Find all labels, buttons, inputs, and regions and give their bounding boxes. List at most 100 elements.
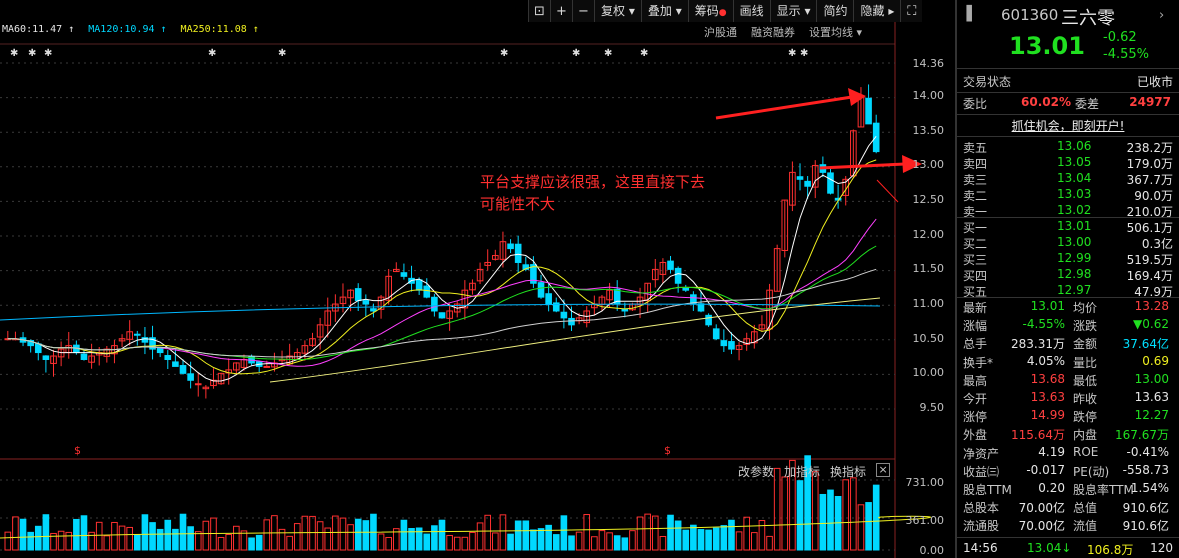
- volume-bar: [133, 534, 141, 551]
- candle-body: [354, 288, 362, 302]
- dividend-marker[interactable]: $: [664, 444, 671, 457]
- volume-bar: [629, 530, 636, 551]
- volume-bar: [758, 520, 766, 551]
- change-param-button[interactable]: 改参数: [738, 463, 774, 480]
- ratio-row: 委比 60.02% 委差 24977: [963, 95, 1173, 113]
- volume-bar: [743, 516, 751, 551]
- event-marker-icon[interactable]: ✱: [500, 48, 508, 59]
- event-marker-icon[interactable]: ✱: [572, 48, 580, 59]
- next-stock-icon[interactable]: ›: [1159, 8, 1164, 23]
- rzrq-link[interactable]: 融资融券: [751, 24, 795, 40]
- overlay-button[interactable]: 叠加 ▾: [640, 0, 688, 22]
- event-marker-icon[interactable]: ✱: [788, 48, 796, 59]
- minus-icon[interactable]: −: [572, 0, 594, 22]
- display-button[interactable]: 显示 ▾: [769, 0, 817, 22]
- ma120-value: MA120:10.94 ↑: [88, 24, 167, 35]
- volume-bar: [712, 527, 720, 551]
- indicator-toolbar: 改参数 加指标 换指标 ×: [738, 463, 891, 480]
- volume-bar: [263, 519, 271, 551]
- stat-label: 最高: [963, 373, 988, 388]
- promo-link[interactable]: 抓住机会，即刻开户!: [957, 117, 1179, 134]
- candle-body: [728, 341, 735, 350]
- volume-bar: [179, 513, 187, 551]
- event-marker-icon[interactable]: ✱: [640, 48, 648, 59]
- volume-bar: [217, 536, 225, 551]
- fuquan-button[interactable]: 复权 ▾: [594, 0, 641, 22]
- stat-value: 70.00亿: [1018, 519, 1065, 534]
- stat-label: 跌停: [1073, 410, 1098, 425]
- switch-indicator-button[interactable]: 换指标: [830, 463, 866, 480]
- volume-bar: [735, 531, 743, 551]
- volume-bar: [644, 513, 651, 551]
- bid-row[interactable]: 买一 13.01 506.1万: [963, 219, 1173, 235]
- event-marker-icon[interactable]: ✱: [278, 48, 286, 59]
- ma250-text: MA250:11.08: [180, 24, 247, 35]
- candle-body: [712, 328, 720, 340]
- stat-value: 910.6亿: [1122, 519, 1169, 534]
- candle-body: [568, 317, 575, 326]
- stat-value: -0.017: [1026, 462, 1065, 477]
- close-icon[interactable]: ×: [876, 463, 891, 477]
- bid-row[interactable]: 买四 12.98 169.4万: [963, 267, 1173, 283]
- lock-icon[interactable]: ⊡: [528, 0, 550, 22]
- stat-label: 总手: [963, 337, 988, 352]
- stat-label: 换手*: [963, 355, 994, 370]
- stat-label: ROE: [1073, 444, 1099, 459]
- bid-row[interactable]: 买二 13.00 0.3亿: [963, 235, 1173, 251]
- expand-left-icon[interactable]: ▐: [961, 6, 972, 22]
- ask-row[interactable]: 卖二 13.03 90.0万: [963, 187, 1173, 203]
- volume-bar: [621, 537, 629, 551]
- dividend-marker[interactable]: $: [74, 444, 81, 457]
- candle-body: [827, 172, 834, 194]
- annotation-line-2: 可能性不大: [480, 195, 556, 213]
- ask-row[interactable]: 卖三 13.04 367.7万: [963, 171, 1173, 187]
- event-marker-icon[interactable]: ✱: [800, 48, 808, 59]
- ma60-text: MA60:11.47: [2, 24, 63, 35]
- bid-row[interactable]: 买三 12.99 519.5万: [963, 251, 1173, 267]
- candle-body: [674, 267, 682, 284]
- candle-body: [133, 333, 141, 336]
- chip-button[interactable]: 筹码●: [687, 0, 733, 22]
- volume-bar: [499, 514, 507, 551]
- event-marker-icon[interactable]: ✱: [28, 48, 36, 59]
- event-marker-icon[interactable]: ✱: [604, 48, 612, 59]
- level-label: 买一: [963, 221, 988, 235]
- annotation-arrow: [715, 95, 853, 120]
- hgt-link[interactable]: 沪股通: [704, 24, 737, 40]
- event-marker-icon[interactable]: ✱: [44, 48, 52, 59]
- volume-bar: [385, 536, 392, 551]
- volume-bar: [827, 489, 834, 551]
- candle-body: [164, 355, 172, 360]
- volume-bar: [233, 525, 240, 551]
- volume-bar: [461, 536, 469, 551]
- stat-label: 昨收: [1073, 392, 1098, 406]
- simple-button[interactable]: 简约: [816, 0, 853, 22]
- ask-row[interactable]: 卖四 13.05 179.0万: [963, 155, 1173, 171]
- volume-bar: [575, 531, 583, 551]
- level-price: 13.06: [1057, 139, 1092, 153]
- add-indicator-button[interactable]: 加指标: [784, 463, 820, 480]
- ask-row[interactable]: 卖五 13.06 238.2万: [963, 139, 1173, 155]
- level-volume: 367.7万: [1126, 173, 1173, 187]
- stat-label: 净资产: [963, 446, 1000, 461]
- stat-value: -0.41%: [1126, 444, 1169, 459]
- volume-bar: [720, 525, 728, 551]
- ma120-text: MA120:10.94: [88, 24, 155, 35]
- hide-button[interactable]: 隐藏 ▸: [853, 0, 900, 22]
- plus-icon[interactable]: +: [550, 0, 572, 22]
- stat-value: 14.99: [1030, 408, 1065, 423]
- ma-setting-link[interactable]: 设置均线 ▾: [809, 24, 862, 40]
- volume-bar: [606, 532, 613, 551]
- ma30-line: [7, 245, 877, 361]
- volume-bar: [484, 514, 492, 551]
- candle-body: [514, 243, 522, 263]
- draw-line-button[interactable]: 画线: [732, 0, 770, 22]
- chart-toolbar: ⊡ + − 复权 ▾ 叠加 ▾ 筹码● 画线 显示 ▾ 简约 隐藏 ▸ ⛶: [528, 0, 923, 22]
- volume-bar: [324, 527, 332, 551]
- diff-value: 24977: [1129, 95, 1171, 109]
- event-marker-icon[interactable]: ✱: [208, 48, 216, 59]
- level-price: 12.99: [1057, 251, 1092, 265]
- level-price: 13.01: [1057, 219, 1092, 233]
- event-marker-icon[interactable]: ✱: [10, 48, 18, 59]
- candle-body: [370, 308, 377, 312]
